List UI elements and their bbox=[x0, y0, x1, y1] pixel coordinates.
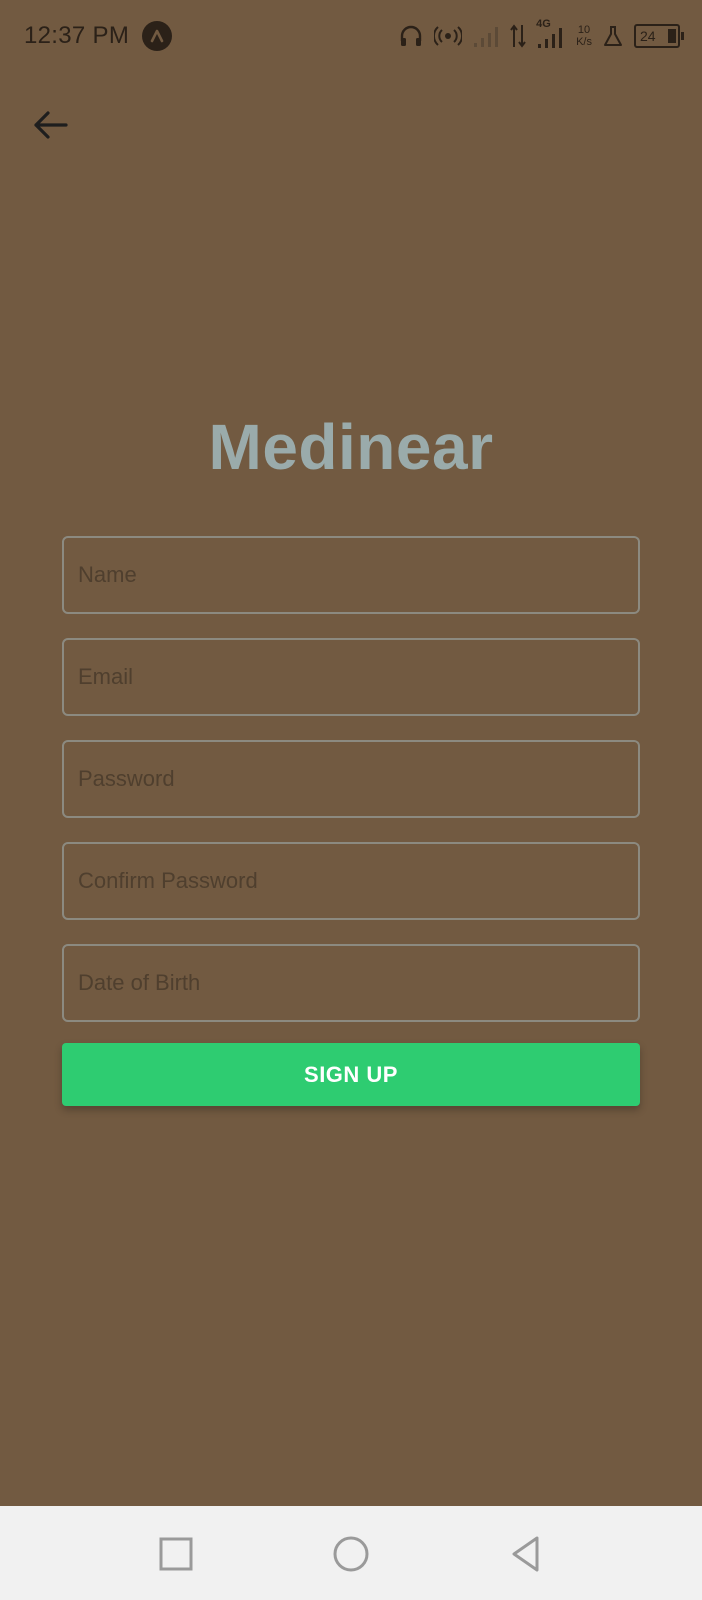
app-title: Medinear bbox=[208, 411, 494, 483]
email-field[interactable] bbox=[62, 638, 640, 716]
notification-app-icon bbox=[142, 21, 172, 51]
network-speed: 10 K/s bbox=[576, 24, 592, 48]
signup-form bbox=[62, 536, 640, 1046]
name-field[interactable] bbox=[62, 536, 640, 614]
speed-value: 10 bbox=[577, 24, 591, 36]
confirm-password-field[interactable] bbox=[62, 842, 640, 920]
nav-back-button[interactable] bbox=[506, 1534, 546, 1574]
home-button[interactable] bbox=[331, 1534, 371, 1574]
arrow-left-icon bbox=[34, 111, 68, 139]
signal-icon-sim2: 4G bbox=[536, 18, 566, 50]
headphones-icon bbox=[398, 23, 424, 49]
data-transfer-icon bbox=[510, 23, 526, 49]
hotspot-icon bbox=[434, 23, 463, 49]
date-of-birth-field[interactable] bbox=[62, 944, 640, 1022]
recents-square-icon bbox=[159, 1537, 193, 1571]
status-icons: 4G 10 K/s 24 bbox=[398, 18, 684, 54]
lab-flask-icon bbox=[602, 24, 624, 48]
battery-level: 24 bbox=[640, 28, 656, 44]
battery-fill bbox=[668, 29, 676, 43]
back-triangle-icon bbox=[512, 1536, 539, 1572]
signup-button[interactable]: SIGN UP bbox=[62, 1043, 640, 1106]
network-type: 4G bbox=[536, 18, 551, 30]
recents-button[interactable] bbox=[156, 1534, 196, 1574]
speed-unit: K/s bbox=[576, 36, 592, 48]
status-time: 12:37 PM bbox=[24, 22, 130, 49]
back-button[interactable] bbox=[30, 105, 74, 145]
home-circle-icon bbox=[333, 1536, 369, 1572]
password-field[interactable] bbox=[62, 740, 640, 818]
status-bar: 12:37 PM 4G 10 K/s 24 bbox=[0, 0, 702, 72]
system-nav-bar bbox=[0, 1506, 702, 1600]
battery-icon: 24 bbox=[634, 24, 684, 48]
signal-icon-sim1 bbox=[472, 23, 500, 49]
